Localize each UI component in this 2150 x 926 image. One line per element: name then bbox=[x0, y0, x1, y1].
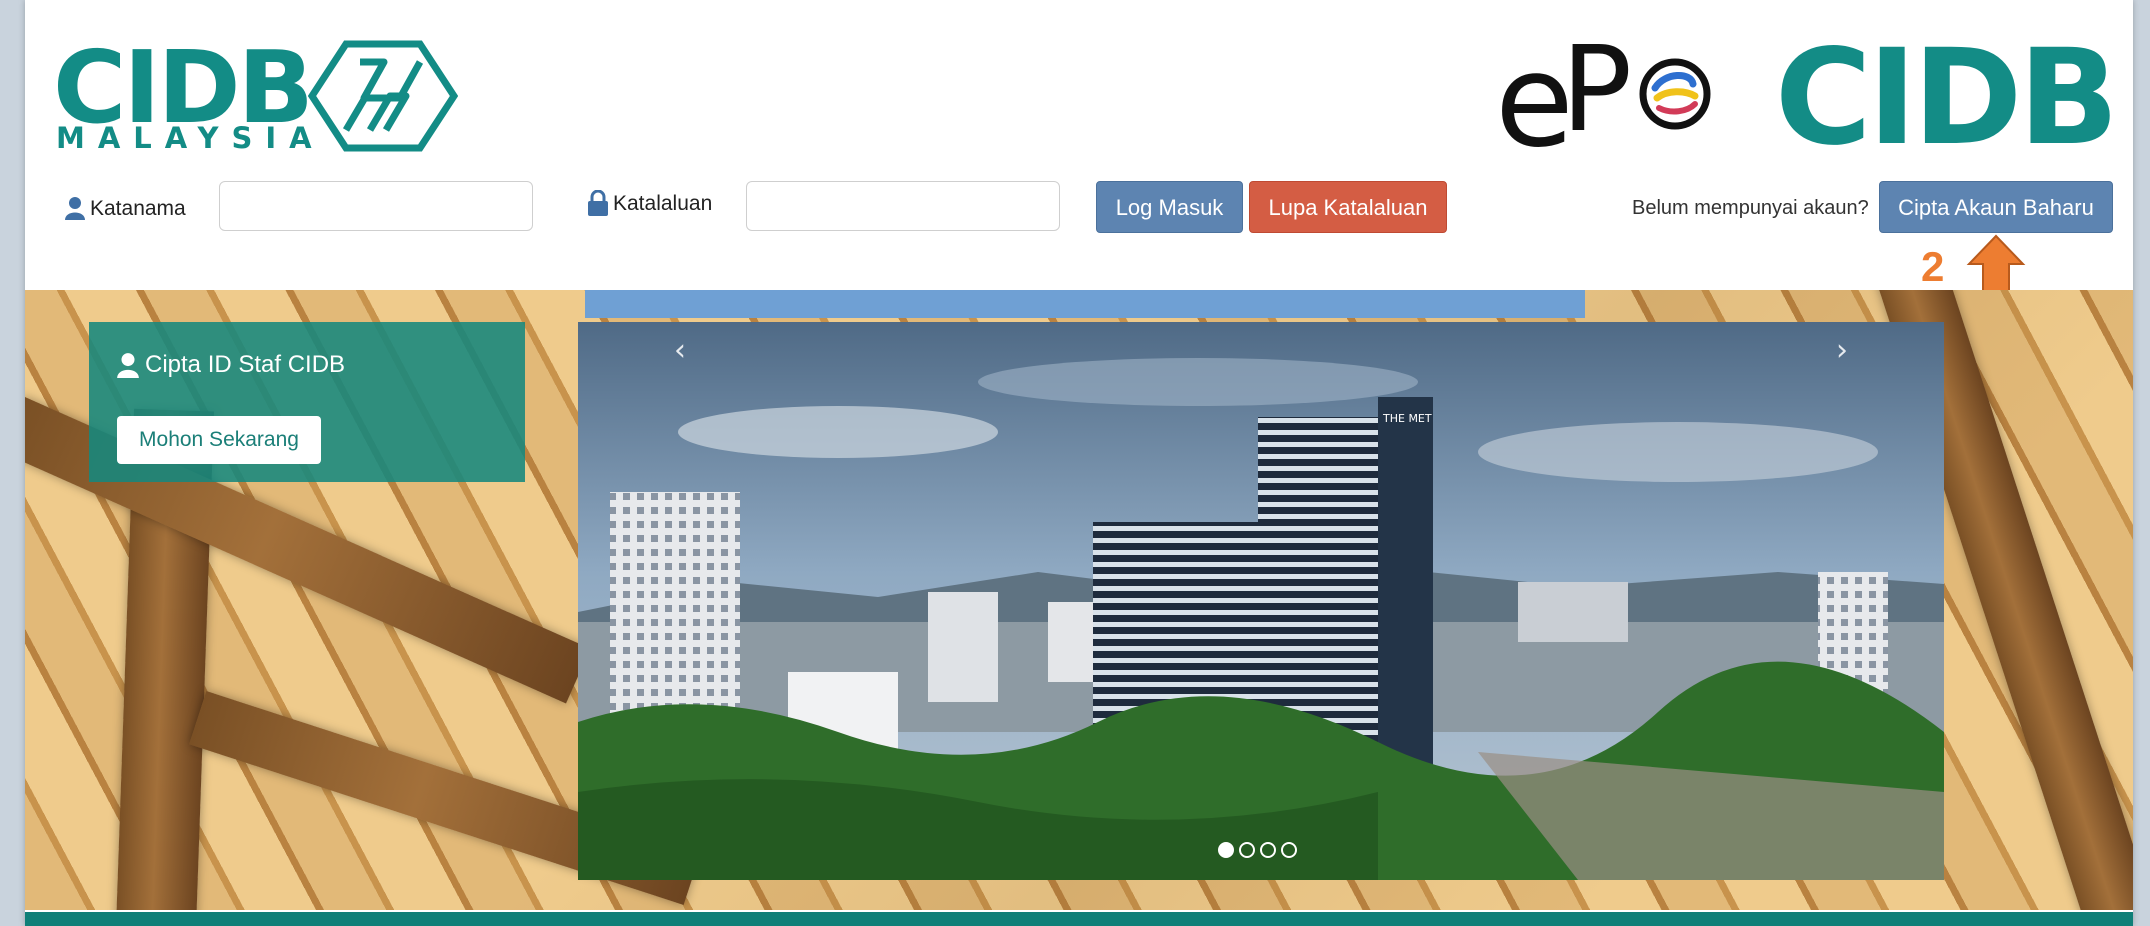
create-account-button[interactable]: Cipta Akaun Baharu bbox=[1879, 181, 2113, 233]
password-label: Katalaluan bbox=[588, 190, 712, 216]
staff-id-panel: Cipta ID Staf CIDB Mohon Sekarang bbox=[89, 322, 525, 482]
password-input[interactable] bbox=[746, 181, 1060, 231]
cidb-malaysia-logo: CIDB MALAYSIA bbox=[53, 38, 473, 153]
epo-cidb-word: CIDB bbox=[1774, 21, 2119, 175]
username-label-text: Katanama bbox=[90, 196, 186, 220]
apply-now-button[interactable]: Mohon Sekarang bbox=[117, 416, 321, 464]
carousel-prev-arrow[interactable]: ‹ bbox=[674, 336, 686, 366]
carousel-dot[interactable] bbox=[1260, 842, 1276, 858]
carousel-dot[interactable] bbox=[1281, 842, 1297, 858]
username-label: Katanama bbox=[65, 196, 186, 220]
epo-swirl-icon bbox=[1639, 58, 1711, 130]
page-frame: CIDB MALAYSIA e P CIDB Katanama Katalalu… bbox=[25, 0, 2133, 926]
epo-cidb-logo: e P CIDB bbox=[1495, 20, 2119, 175]
login-button[interactable]: Log Masuk bbox=[1096, 181, 1243, 233]
hero-banner: Cipta ID Staf CIDB Mohon Sekarang THE ME… bbox=[25, 290, 2133, 910]
carousel-indicators bbox=[1218, 842, 1297, 858]
up-arrow-icon bbox=[1966, 234, 2026, 295]
carousel-dot[interactable] bbox=[1218, 842, 1234, 858]
no-account-text: Belum mempunyai akaun? bbox=[1632, 197, 1869, 219]
carousel-next-arrow[interactable]: › bbox=[1836, 336, 1848, 366]
epo-letter-p: P bbox=[1561, 20, 1633, 158]
carousel-dot[interactable] bbox=[1239, 842, 1255, 858]
footer-bar bbox=[25, 912, 2133, 926]
cidb-hexagon-icon bbox=[308, 40, 458, 152]
user-icon bbox=[117, 353, 139, 378]
building-sign: THE MET bbox=[1382, 412, 1432, 425]
city-skyline-image: THE MET bbox=[578, 322, 1944, 880]
password-label-text: Katalaluan bbox=[613, 191, 713, 215]
staff-panel-title: Cipta ID Staf CIDB bbox=[117, 352, 345, 378]
lock-icon bbox=[588, 190, 608, 216]
user-icon bbox=[65, 197, 85, 220]
forgot-password-button[interactable]: Lupa Katalaluan bbox=[1249, 181, 1447, 233]
staff-panel-title-text: Cipta ID Staf CIDB bbox=[145, 351, 346, 378]
sky-strip bbox=[585, 290, 1585, 318]
username-input[interactable] bbox=[219, 181, 533, 231]
logo-subtitle: MALAYSIA bbox=[56, 121, 325, 155]
step-number-label: 2 bbox=[1921, 243, 1945, 290]
image-carousel[interactable]: THE MET ‹ › bbox=[578, 322, 1944, 880]
